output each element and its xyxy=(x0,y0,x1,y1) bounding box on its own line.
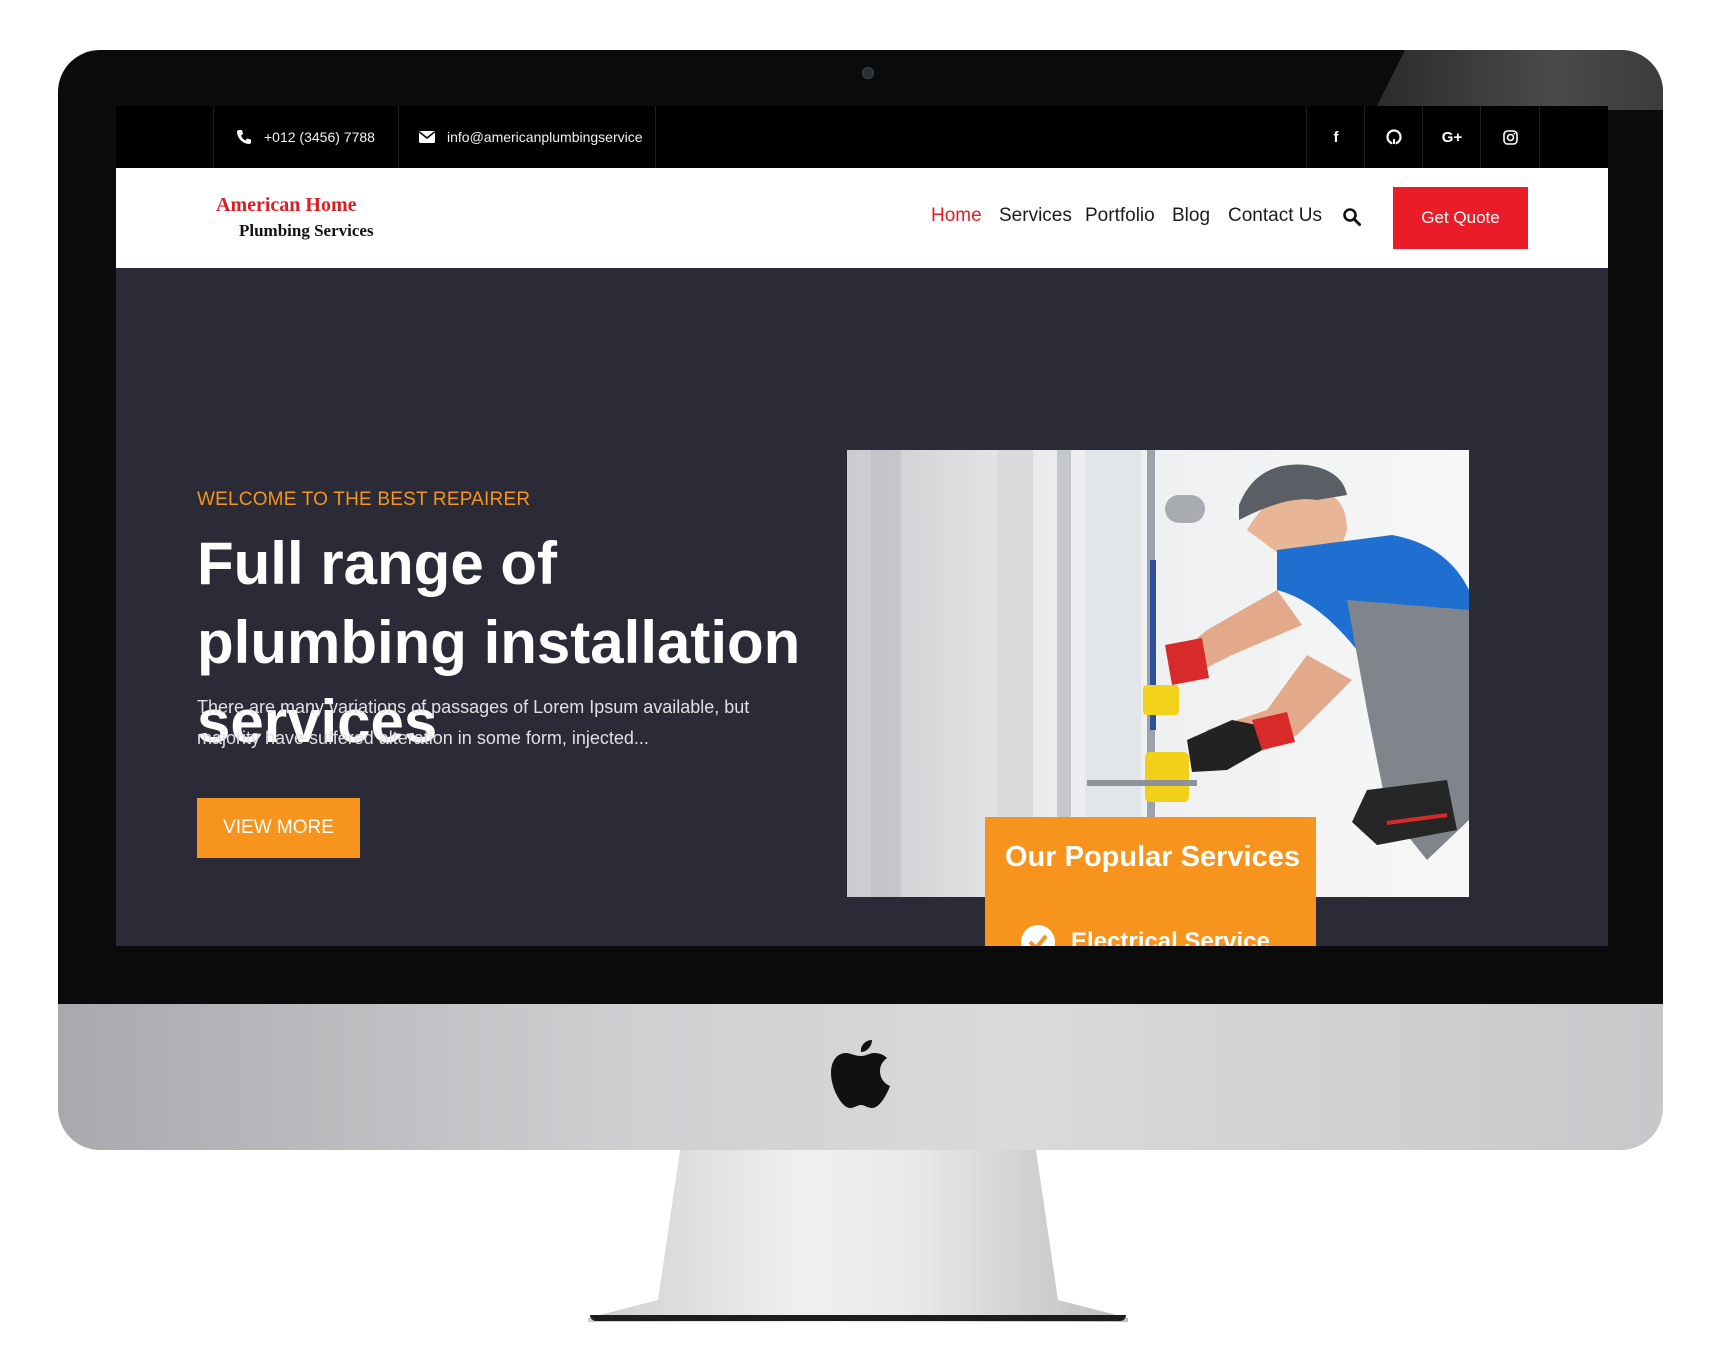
google-plus-icon: G+ xyxy=(1441,128,1463,146)
instagram-icon xyxy=(1502,129,1518,145)
popular-services-card: Our Popular Services Electrical Service xyxy=(985,817,1316,946)
logo-line-2[interactable]: Plumbing Services xyxy=(239,221,374,241)
search-icon[interactable] xyxy=(1342,207,1362,227)
nav-blog[interactable]: Blog xyxy=(1172,205,1210,227)
instagram-link[interactable] xyxy=(1480,106,1540,168)
logo-line-1[interactable]: American Home xyxy=(216,194,357,217)
popular-services-title: Our Popular Services xyxy=(1005,841,1300,873)
hero-description: There are many variations of passages of… xyxy=(197,697,750,748)
nav-services[interactable]: Services xyxy=(999,205,1072,227)
phone-number: +012 (3456) 7788 xyxy=(264,129,375,145)
phone-icon xyxy=(237,130,251,144)
monitor-stand xyxy=(588,1150,1128,1322)
nav-home[interactable]: Home xyxy=(931,205,982,227)
bezel-glare xyxy=(1375,50,1663,110)
apple-logo-icon xyxy=(831,1040,890,1108)
website-screen: +012 (3456) 7788 info@americanplumbingse… xyxy=(116,106,1608,946)
check-circle-icon xyxy=(1021,925,1055,946)
facebook-link[interactable]: f xyxy=(1306,106,1365,168)
popular-service-item[interactable]: Electrical Service xyxy=(1021,925,1270,946)
facebook-icon: f xyxy=(1333,128,1339,146)
hero-eyebrow: WELCOME TO THE BEST REPAIRER xyxy=(197,489,531,510)
github-link[interactable] xyxy=(1364,106,1423,168)
stand-base xyxy=(590,1315,1126,1321)
google-plus-link[interactable]: G+ xyxy=(1422,106,1481,168)
nav-portfolio[interactable]: Portfolio xyxy=(1085,205,1155,227)
popular-service-label: Electrical Service xyxy=(1071,928,1270,946)
nav-contact-us[interactable]: Contact Us xyxy=(1228,205,1322,227)
view-more-button[interactable]: VIEW MORE xyxy=(197,798,360,858)
top-contact-bar: +012 (3456) 7788 info@americanplumbingse… xyxy=(116,106,1608,168)
email-contact[interactable]: info@americanplumbingservice xyxy=(398,106,656,168)
phone-contact[interactable]: +012 (3456) 7788 xyxy=(213,106,399,168)
main-navbar: American Home Plumbing Services Home Ser… xyxy=(116,168,1608,268)
envelope-icon xyxy=(419,131,435,143)
get-quote-button[interactable]: Get Quote xyxy=(1393,187,1528,249)
camera-icon xyxy=(862,67,874,79)
github-icon xyxy=(1386,129,1402,145)
email-address: info@americanplumbingservice xyxy=(447,129,643,145)
